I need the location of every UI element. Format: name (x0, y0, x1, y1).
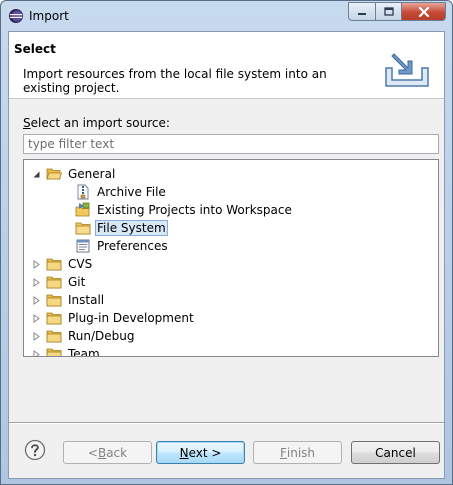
tree-item-label: Plug-in Development (68, 311, 194, 325)
next-button[interactable]: Next > (156, 441, 245, 464)
dialog-client-area: Select Import resources from the local f… (8, 31, 445, 479)
finish-button[interactable]: Finish (253, 441, 342, 464)
minimize-icon (358, 12, 366, 15)
folder-icon (46, 312, 62, 325)
cancel-button-label: Cancel (375, 445, 416, 460)
folder-icon (46, 348, 62, 356)
archive-file-icon (77, 184, 89, 200)
tree-item-file-system[interactable]: File System (75, 219, 168, 237)
tree-item-label: CVS (68, 257, 93, 271)
tree-item-label: General (68, 167, 116, 181)
tree-item-label: File System (95, 220, 168, 236)
import-source-tree[interactable]: General Archive File Existing Projects i… (23, 159, 439, 357)
eclipse-icon (9, 9, 23, 23)
maximize-icon (383, 7, 394, 16)
help-icon[interactable] (24, 439, 46, 461)
tree-item-cvs[interactable]: CVS (32, 255, 94, 273)
back-button-prefix: < (87, 445, 98, 460)
mnemonic-n: N (179, 445, 189, 460)
tree-item-install[interactable]: Install (32, 291, 106, 309)
cancel-button[interactable]: Cancel (351, 441, 440, 464)
title-bar[interactable]: Import (1, 1, 452, 31)
filter-input[interactable] (23, 134, 439, 154)
tree-item-label: Run/Debug (68, 329, 135, 343)
collapsed-arrow-icon[interactable] (32, 295, 41, 305)
tree-item-plug-in-development[interactable]: Plug-in Development (32, 309, 196, 327)
finish-button-label: inish (286, 445, 316, 460)
preferences-icon (76, 239, 90, 253)
folder-icon (46, 330, 62, 343)
folder-icon (75, 222, 91, 235)
tree-item-label: Archive File (97, 185, 166, 199)
tree-item-archive-file[interactable]: Archive File (75, 183, 168, 201)
close-button[interactable] (401, 2, 446, 21)
tree-item-general[interactable]: General (32, 165, 117, 183)
folder-icon (46, 258, 62, 271)
folder-open-icon (46, 168, 62, 180)
window-title: Import (29, 9, 69, 23)
import-dialog-window: Import Select Import resources from the … (0, 0, 453, 485)
page-title: Select (14, 42, 56, 56)
tree-item-label: Team (68, 347, 100, 357)
tree-item-label: Git (68, 275, 86, 289)
next-button-label: ext > (188, 445, 222, 460)
tree-item-git[interactable]: Git (32, 273, 87, 291)
collapsed-arrow-icon[interactable] (32, 349, 41, 358)
tree-item-label: Existing Projects into Workspace (97, 203, 292, 217)
folder-icon (46, 276, 62, 289)
tree-item-label: Preferences (97, 239, 168, 253)
close-icon (418, 6, 429, 17)
back-button-label: ack (106, 445, 128, 460)
tree-item-label: Install (68, 293, 105, 307)
existing-projects-icon (75, 202, 90, 217)
import-wizard-icon (385, 53, 429, 87)
collapsed-arrow-icon[interactable] (32, 277, 41, 287)
import-source-label-text: elect an import source: (30, 116, 170, 130)
mnemonic-f: F (279, 445, 287, 460)
collapsed-arrow-icon[interactable] (32, 313, 41, 323)
mnemonic-s: S (23, 116, 31, 130)
tree-item-existing-projects[interactable]: Existing Projects into Workspace (75, 201, 294, 219)
minimize-button[interactable] (348, 2, 375, 21)
expanded-arrow-icon[interactable] (32, 170, 41, 179)
folder-icon (46, 294, 62, 307)
tree-item-team[interactable]: Team (32, 345, 102, 358)
tree-item-run-debug[interactable]: Run/Debug (32, 327, 137, 345)
window-controls (348, 2, 446, 21)
back-button[interactable]: < Back (63, 441, 152, 464)
wizard-header: Select Import resources from the local f… (9, 32, 444, 99)
page-description: Import resources from the local file sys… (23, 67, 327, 95)
mnemonic-b: B (97, 445, 107, 460)
tree-item-preferences[interactable]: Preferences (75, 237, 170, 255)
maximize-button[interactable] (375, 2, 401, 21)
button-bar-separator (9, 422, 444, 424)
import-source-label: Select an import source: (23, 116, 170, 130)
collapsed-arrow-icon[interactable] (32, 331, 41, 341)
collapsed-arrow-icon[interactable] (32, 259, 41, 269)
